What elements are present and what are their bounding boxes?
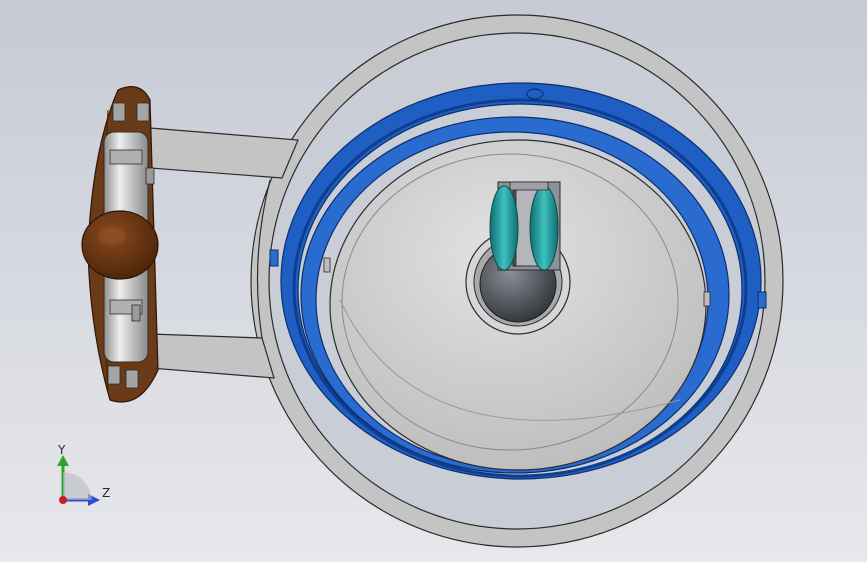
ring-pivot-left bbox=[269, 249, 279, 267]
hex-nut-icon bbox=[107, 365, 121, 385]
disc-pin-left bbox=[323, 257, 331, 273]
roller-wheel-right bbox=[529, 185, 559, 271]
hex-nut-icon bbox=[112, 102, 126, 122]
cad-graphics-viewport[interactable]: Y Z bbox=[0, 0, 867, 562]
roller-bracket[interactable] bbox=[489, 181, 561, 271]
origin-point bbox=[59, 496, 67, 504]
disc-pin-right bbox=[703, 291, 711, 307]
z-axis-label: Z bbox=[102, 486, 110, 500]
ring-pivot-right bbox=[757, 291, 767, 309]
model-canvas[interactable]: Y Z bbox=[0, 0, 867, 562]
hex-nut-icon bbox=[136, 102, 150, 122]
y-axis-label: Y bbox=[57, 443, 66, 457]
handle-knob[interactable] bbox=[81, 210, 159, 280]
roller-wheel-left bbox=[489, 185, 519, 271]
hex-nut-icon bbox=[125, 369, 139, 389]
